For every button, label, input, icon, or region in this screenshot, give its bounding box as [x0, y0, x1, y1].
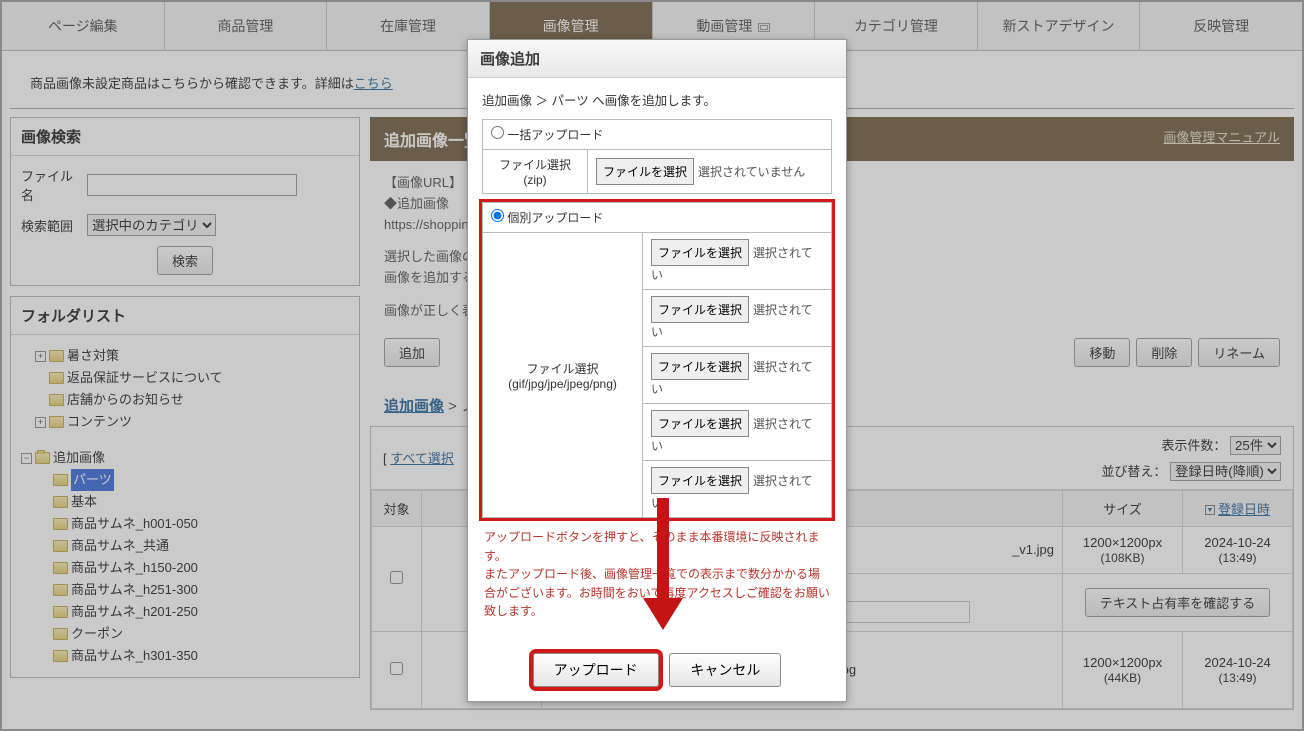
- tree-item[interactable]: 商品サムネ_共通: [39, 535, 353, 557]
- bulk-file-label: ファイル選択 (zip): [483, 150, 588, 194]
- tree-item[interactable]: 商品サムネ_h001-050: [39, 513, 353, 535]
- tree-item[interactable]: +コンテンツ: [35, 411, 353, 433]
- search-button[interactable]: 検索: [157, 246, 213, 275]
- tab-store-design[interactable]: 新ストアデザイン: [978, 2, 1141, 50]
- tree-item[interactable]: +暑さ対策: [35, 345, 353, 367]
- manual-link[interactable]: 画像管理マニュアル: [1163, 127, 1280, 151]
- sort-label: 並び替え：: [1101, 464, 1166, 479]
- tree-item[interactable]: クーポン: [39, 623, 353, 645]
- modal-path: 追加画像 ＞ パーツ へ画像を追加します。: [482, 90, 832, 109]
- sidebar: 画像検索 ファイル名 検索範囲選択中のカテゴリ 検索 フォルダリスト +暑さ対策…: [10, 117, 360, 710]
- individual-upload-radio[interactable]: 個別アップロード: [491, 211, 603, 225]
- folder-tree: +暑さ対策 返品保証サービスについて 店舗からのお知らせ +コンテンツ −追加画…: [11, 335, 359, 677]
- modal-title: 画像追加: [468, 40, 846, 78]
- file-select-button-4[interactable]: ファイルを選択: [651, 410, 749, 437]
- file-select-button-5[interactable]: ファイルを選択: [651, 467, 749, 494]
- file-select-button-1[interactable]: ファイルを選択: [651, 239, 749, 266]
- file-select-button-3[interactable]: ファイルを選択: [651, 353, 749, 380]
- cell-size: 1200×1200px(108KB): [1063, 526, 1183, 573]
- col-size: サイズ: [1063, 490, 1183, 526]
- tree-item[interactable]: 返品保証サービスについて: [35, 367, 353, 389]
- tree-item[interactable]: 商品サムネ_h201-250: [39, 601, 353, 623]
- tree-item[interactable]: 商品サムネ_h251-300: [39, 579, 353, 601]
- scope-select[interactable]: 選択中のカテゴリ: [87, 214, 216, 236]
- individual-file-label: ファイル選択 (gif/jpg/jpe/jpeg/png): [483, 233, 643, 518]
- col-target: 対象: [372, 490, 422, 526]
- tree-item[interactable]: 商品サムネ_h150-200: [39, 557, 353, 579]
- bulk-file-button[interactable]: ファイルを選択: [596, 158, 694, 185]
- cancel-button[interactable]: キャンセル: [669, 653, 781, 687]
- row-checkbox[interactable]: [390, 662, 403, 675]
- rename-button[interactable]: リネーム: [1198, 338, 1280, 367]
- move-button[interactable]: 移動: [1074, 338, 1130, 367]
- select-all-link[interactable]: すべて選択: [390, 451, 454, 466]
- col-date[interactable]: ▼登録日時: [1183, 490, 1293, 526]
- tab-page-edit[interactable]: ページ編集: [2, 2, 165, 50]
- bulk-upload-radio[interactable]: 一括アップロード: [491, 128, 603, 142]
- window-icon: [758, 23, 770, 32]
- info-link[interactable]: こちら: [354, 76, 393, 91]
- search-title: 画像検索: [11, 118, 359, 156]
- add-button[interactable]: 追加: [384, 338, 440, 367]
- tree-item-parts[interactable]: パーツ: [39, 469, 353, 491]
- breadcrumb-link[interactable]: 追加画像: [384, 398, 444, 415]
- upload-button[interactable]: アップロード: [533, 653, 659, 687]
- tree-item[interactable]: 店舗からのお知らせ: [35, 389, 353, 411]
- cell-date: 2024-10-24(13:49): [1183, 526, 1293, 573]
- delete-button[interactable]: 削除: [1136, 338, 1192, 367]
- annotation-arrow-icon: [650, 498, 676, 628]
- tab-stock-mgmt[interactable]: 在庫管理: [327, 2, 490, 50]
- sort-select[interactable]: 登録日時(降順): [1170, 462, 1281, 481]
- file-select-button-2[interactable]: ファイルを選択: [651, 296, 749, 323]
- cell-date: 2024-10-24(13:49): [1183, 631, 1293, 708]
- row-checkbox[interactable]: [390, 571, 403, 584]
- scope-label: 検索範囲: [21, 216, 81, 235]
- tree-item-root[interactable]: −追加画像: [21, 447, 353, 469]
- folder-list-title: フォルダリスト: [11, 297, 359, 335]
- bulk-no-file: 選択されていません: [698, 165, 805, 179]
- cell-size: 1200×1200px(44KB): [1063, 631, 1183, 708]
- tree-item[interactable]: 商品サムネ_h301-350: [39, 645, 353, 667]
- filename-input[interactable]: [87, 174, 297, 196]
- tree-item[interactable]: 基本: [39, 491, 353, 513]
- tab-product-mgmt[interactable]: 商品管理: [165, 2, 328, 50]
- tab-reflect-mgmt[interactable]: 反映管理: [1140, 2, 1302, 50]
- display-count-select[interactable]: 25件: [1230, 436, 1281, 455]
- text-share-button[interactable]: テキスト占有率を確認する: [1085, 588, 1271, 617]
- image-add-modal: 画像追加 追加画像 ＞ パーツ へ画像を追加します。 一括アップロード ファイル…: [467, 39, 847, 702]
- display-count-label: 表示件数：: [1161, 438, 1226, 453]
- filename-label: ファイル名: [21, 166, 81, 204]
- individual-upload-section: 個別アップロード ファイル選択 (gif/jpg/jpe/jpeg/png) フ…: [482, 202, 832, 518]
